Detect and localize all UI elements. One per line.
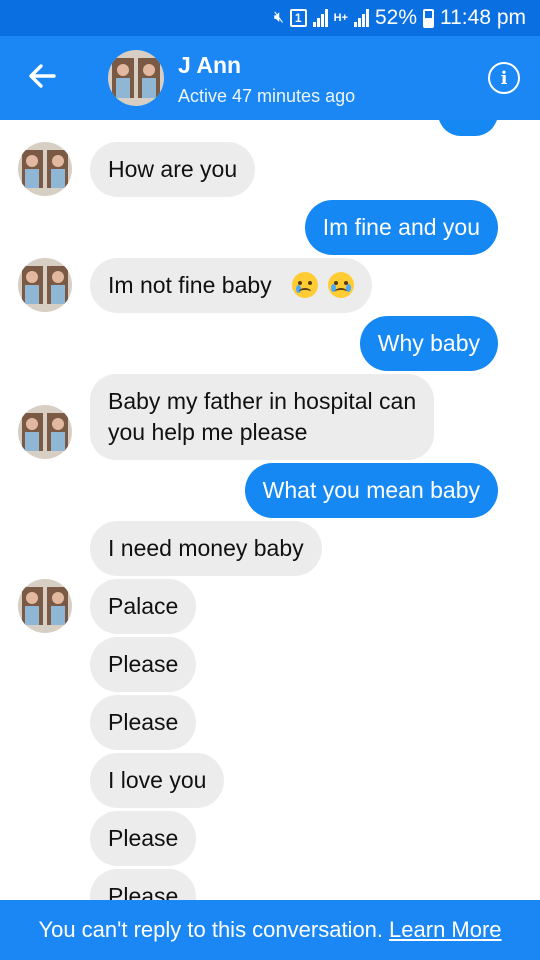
sim-badge: 1 bbox=[289, 9, 307, 27]
contact-name: J Ann bbox=[178, 52, 242, 78]
message-bubble-incoming[interactable]: I need money baby bbox=[90, 521, 322, 576]
message-bubble-incoming[interactable]: Please bbox=[90, 811, 197, 866]
mute-icon: 🔇︎ bbox=[273, 9, 284, 26]
sad-tear-emoji-icon bbox=[292, 272, 319, 298]
battery-icon bbox=[423, 8, 434, 28]
sender-avatar bbox=[18, 258, 72, 312]
reply-disabled-notice: You can't reply to this conversation. bbox=[38, 917, 384, 942]
learn-more-link[interactable]: Learn More bbox=[389, 917, 502, 943]
message-bubble-incoming[interactable]: Please bbox=[90, 869, 197, 900]
message-bubble-incoming[interactable]: Im not fine baby bbox=[90, 258, 373, 313]
message-bubble-outgoing[interactable]: Why baby bbox=[359, 316, 498, 371]
message-text: Im not fine baby bbox=[108, 272, 272, 298]
message-bubble-incoming[interactable]: I love you bbox=[90, 753, 225, 808]
conversation-header: J Ann Active 47 minutes ago i bbox=[0, 36, 540, 120]
reply-disabled-banner: You can't reply to this conversation. Le… bbox=[0, 900, 540, 960]
info-icon[interactable]: i bbox=[488, 62, 520, 94]
message-bubble-outgoing[interactable]: Im fine and you bbox=[304, 200, 498, 255]
network-type: H+ bbox=[333, 11, 348, 24]
crying-emoji-icon bbox=[328, 272, 355, 298]
signal-icon bbox=[312, 9, 328, 27]
battery-percent: 52% bbox=[374, 6, 417, 29]
message-list[interactable]: How are you Im fine and you Im not fine … bbox=[0, 120, 540, 900]
status-bar: 🔇︎ 1 H+ 52% 11:48 pm bbox=[0, 0, 540, 36]
back-arrow-icon[interactable] bbox=[24, 58, 60, 94]
message-bubble-incoming[interactable]: Please bbox=[90, 637, 197, 692]
message-bubble-incoming[interactable]: Baby my father in hospital can you help … bbox=[90, 374, 435, 460]
message-bubble-incoming[interactable]: Palace bbox=[90, 579, 197, 634]
message-text-line: you help me please bbox=[108, 419, 308, 445]
signal-icon-2 bbox=[353, 9, 369, 27]
message-bubble-outgoing-partial bbox=[438, 120, 498, 136]
sender-avatar bbox=[18, 142, 72, 196]
contact-avatar[interactable] bbox=[108, 50, 164, 106]
sender-avatar bbox=[18, 405, 72, 459]
message-text-line: Baby my father in hospital can bbox=[108, 388, 417, 414]
presence-status: Active 47 minutes ago bbox=[178, 86, 356, 106]
message-bubble-incoming[interactable]: How are you bbox=[90, 142, 256, 197]
message-bubble-incoming[interactable]: Please bbox=[90, 695, 197, 750]
message-bubble-outgoing[interactable]: What you mean baby bbox=[244, 463, 498, 518]
clock: 11:48 pm bbox=[440, 6, 526, 29]
sender-avatar bbox=[18, 579, 72, 633]
